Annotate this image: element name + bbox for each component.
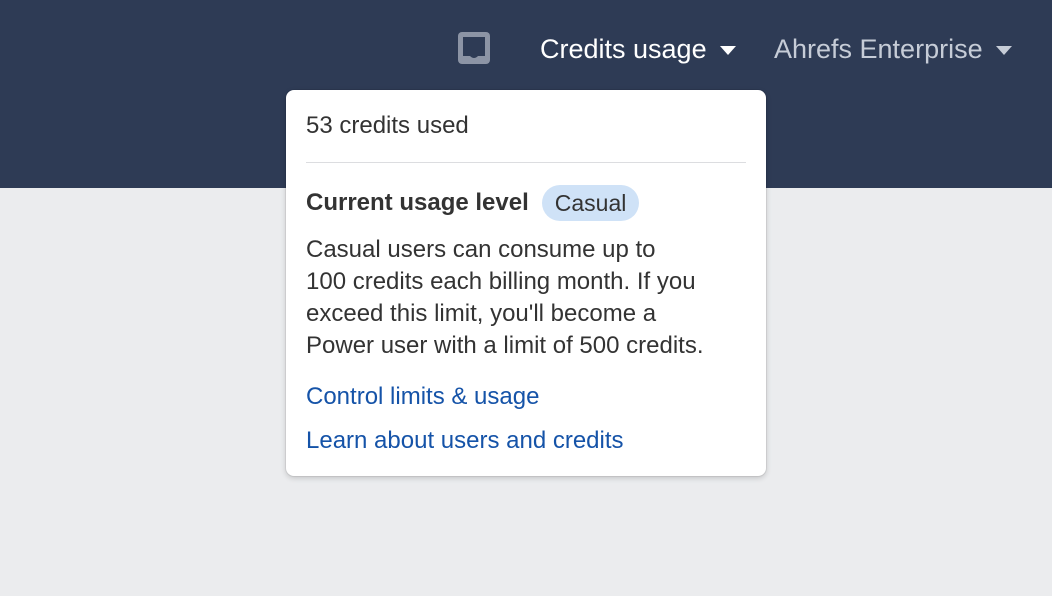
credits-usage-menu[interactable]: Credits usage	[540, 30, 736, 68]
learn-users-credits-link[interactable]: Learn about users and credits	[306, 427, 624, 455]
account-menu[interactable]: Ahrefs Enterprise	[774, 30, 1012, 68]
description-line: 100 credits each billing month. If you	[306, 268, 696, 295]
popover-divider	[306, 162, 746, 163]
caret-down-icon	[719, 45, 736, 55]
usage-level-label: Current usage level	[306, 189, 529, 216]
credits-usage-popover: 53 credits used Current usage level Casu…	[286, 90, 766, 476]
usage-level-row: Current usage level Casual	[306, 185, 640, 221]
credits-usage-label: Credits usage	[540, 33, 707, 64]
credits-used-count: 53 credits used	[306, 112, 469, 139]
usage-level-description: Casual users can consume up to 100 credi…	[306, 234, 756, 362]
usage-level-badge: Casual	[541, 185, 640, 221]
description-line: Casual users can consume up to	[306, 236, 656, 263]
description-line: Power user with a limit of 500 credits.	[306, 332, 704, 359]
inbox-icon[interactable]	[458, 32, 490, 64]
description-line: exceed this limit, you'll become a	[306, 300, 657, 327]
account-name-label: Ahrefs Enterprise	[774, 33, 983, 64]
caret-down-icon	[995, 45, 1012, 55]
control-limits-link[interactable]: Control limits & usage	[306, 383, 539, 411]
